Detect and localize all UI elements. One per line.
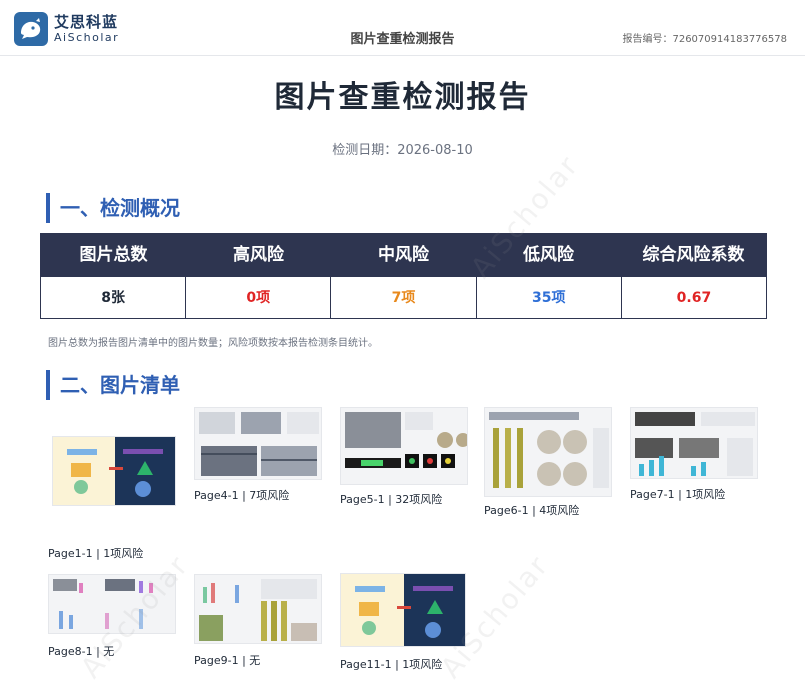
header-total: 图片总数	[79, 245, 148, 265]
summary-note: 图片总数为报告图片清单中的图片数量；风险项数按本报告检测条目统计。	[48, 338, 378, 349]
header-high-risk: 高风险	[233, 245, 284, 265]
header-medium-risk: 中风险	[378, 245, 429, 265]
image-caption: Page5-1 | 32项风险	[340, 493, 443, 506]
report-number-label: 报告编号：	[622, 34, 673, 45]
header-low-risk: 低风险	[523, 245, 574, 265]
image-caption: Page6-1 | 4项风险	[484, 504, 580, 517]
image-thumbnail[interactable]	[194, 407, 322, 480]
value-high-risk: 0项	[186, 277, 332, 319]
image-caption: Page1-1 | 1项风险	[48, 547, 144, 560]
image-thumbnail[interactable]	[630, 407, 758, 479]
summary-value-row: 8张 0项 7项 35项 0.67	[41, 277, 766, 319]
value-risk-index: 0.67	[676, 290, 712, 306]
image-thumbnail[interactable]	[52, 436, 176, 506]
date-label: 检测日期：	[332, 143, 398, 158]
image-thumbnail[interactable]	[340, 407, 468, 485]
image-caption: Page11-1 | 1项风险	[340, 658, 443, 671]
top-bar: 艾思科蓝 AiScholar 图片查重检测报告 报告编号：72607091418…	[0, 0, 805, 56]
image-thumbnail[interactable]	[194, 574, 322, 644]
image-caption: Page4-1 | 7项风险	[194, 489, 290, 502]
image-thumbnail[interactable]	[484, 407, 612, 497]
image-caption: Page7-1 | 1项风险	[630, 488, 726, 501]
image-thumbnail[interactable]	[48, 574, 176, 634]
report-number: 报告编号：726070914183776578	[622, 30, 787, 45]
summary-header-row: 图片总数 高风险 中风险 低风险 综合风险系数	[41, 234, 766, 277]
image-caption: Page8-1 | 无	[48, 645, 115, 658]
value-total: 8张	[41, 277, 187, 319]
image-caption: Page9-1 | 无	[194, 654, 261, 667]
image-thumbnail[interactable]	[340, 573, 466, 647]
summary-table: 图片总数 高风险 中风险 低风险 综合风险系数 8张 0项 7项 35项 0.6…	[40, 233, 767, 319]
section-overview-title: 一、检测概况	[46, 193, 180, 223]
header-risk-index: 综合风险系数	[642, 245, 745, 265]
report-title: 图片查重检测报告	[274, 80, 531, 115]
check-date: 检测日期：2026-08-10	[0, 139, 805, 158]
section-image-list-title: 二、图片清单	[46, 370, 180, 400]
value-low-risk: 35项	[477, 277, 622, 319]
report-number-value: 726070914183776578	[672, 34, 787, 45]
date-value: 2026-08-10	[397, 143, 473, 158]
value-medium-risk: 7项	[331, 277, 477, 319]
